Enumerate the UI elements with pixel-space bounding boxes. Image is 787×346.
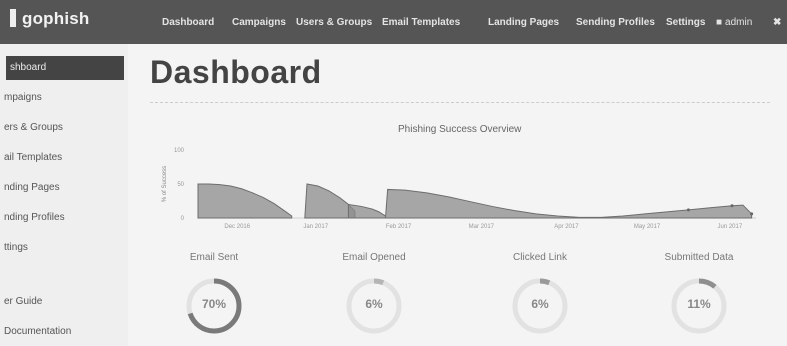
page-title: Dashboard [150,54,322,90]
title-divider [150,102,770,104]
stat-ring-clicked-link: 6% [510,276,570,336]
nav-sending-profiles[interactable]: Sending Profiles [576,0,655,44]
nav-label: Dashboard [162,16,215,28]
x-tick-label: Jan 2017 [303,224,328,230]
sidebar-item-label: mpaigns [4,92,42,103]
logout-glyph: ✖ [773,16,782,28]
stat-value: 11% [687,297,711,311]
stat-label-email-opened: Email Opened [342,252,406,263]
sidebar-item-label: Documentation [4,326,72,337]
sidebar-item-label: ail Templates [4,152,63,163]
nav-label: Users & Groups [296,16,373,28]
data-point [730,204,734,208]
nav-campaigns[interactable]: Campaigns [232,0,286,44]
user-name: admin [725,16,753,28]
sidebar-item-label: nding Profiles [4,212,65,223]
nav-label: Campaigns [232,16,286,28]
sidebar-item-label: er Guide [4,296,43,307]
nav-landing-pages[interactable]: Landing Pages [488,0,559,44]
stat-label-submitted-data: Submitted Data [664,252,734,263]
sidebar-item-label: ttings [4,242,28,253]
sidebar: shboard mpaigns ers & Groups ail Templat… [0,44,128,346]
nav-dashboard[interactable]: Dashboard [162,0,214,44]
main-content: Dashboard Phishing Success Overview % of… [128,44,787,346]
user-menu[interactable]: ■ admin [716,0,752,44]
sidebar-item-label: nding Pages [4,182,60,193]
y-tick-label: 100 [174,148,185,154]
x-tick-label: Apr 2017 [554,224,579,230]
nav-label: Landing Pages [488,16,560,28]
x-tick-label: Feb 2017 [386,224,412,230]
sidebar-item-label: ers & Groups [4,122,63,133]
sidebar-item-users-groups[interactable]: ers & Groups [0,116,128,140]
y-tick-label: 50 [177,182,184,188]
sidebar-item-landing-pages[interactable]: nding Pages [0,176,128,200]
stat-value: 70% [201,297,227,311]
top-navbar: gophish Dashboard Campaigns Users & Grou… [0,0,787,44]
sidebar-item-dashboard[interactable]: shboard [6,56,124,80]
nav-label: Settings [666,16,706,28]
sidebar-item-email-templates[interactable]: ail Templates [0,146,128,170]
nav-email-templates[interactable]: Email Templates [382,0,460,44]
brand-name: gophish [22,9,90,28]
phishing-success-chart: % of Success 100 50 0 Dec 2016 Jan 2017 Feb 20… [162,148,756,230]
sidebar-item-label: shboard [10,62,47,73]
nav-label: Sending Profiles [576,16,655,28]
chart-title: Phishing Success Overview [398,124,522,135]
series-area [197,183,293,219]
nav-label: Email Templates [382,16,461,28]
user-icon: ■ [716,16,723,28]
brand[interactable]: gophish [10,9,90,29]
nav-users-groups[interactable]: Users & Groups [296,0,372,44]
stat-value: 6% [531,297,549,311]
x-tick-label: Jun 2017 [717,224,742,230]
sidebar-item-campaigns[interactable]: mpaigns [0,86,128,110]
stat-ring-email-sent: 70% [184,276,244,336]
logout-icon[interactable]: ✖ [773,0,781,44]
y-axis-label: % of Success [162,166,168,202]
sidebar-item-settings[interactable]: ttings [0,236,128,260]
sidebar-item-user-guide[interactable]: er Guide [0,290,128,314]
series-area [384,188,753,219]
stat-value: 6% [365,297,383,311]
series-area [304,183,356,219]
data-point [686,208,690,212]
sidebar-item-api-documentation[interactable]: Documentation [0,320,128,344]
data-point [750,212,754,216]
stat-label-email-sent: Email Sent [189,252,239,263]
x-tick-label: Dec 2016 [224,224,250,230]
gophish-logo-icon [10,9,16,27]
stat-ring-email-opened: 6% [344,276,404,336]
y-tick-label: 0 [181,216,185,222]
stat-ring-submitted-data: 11% [669,276,729,336]
stat-label-clicked-link: Clicked Link [513,252,567,263]
x-tick-label: May 2017 [634,224,661,230]
x-tick-label: Mar 2017 [469,224,495,230]
series-area [347,203,386,219]
nav-settings[interactable]: Settings [666,0,705,44]
sidebar-item-sending-profiles[interactable]: nding Profiles [0,206,128,230]
